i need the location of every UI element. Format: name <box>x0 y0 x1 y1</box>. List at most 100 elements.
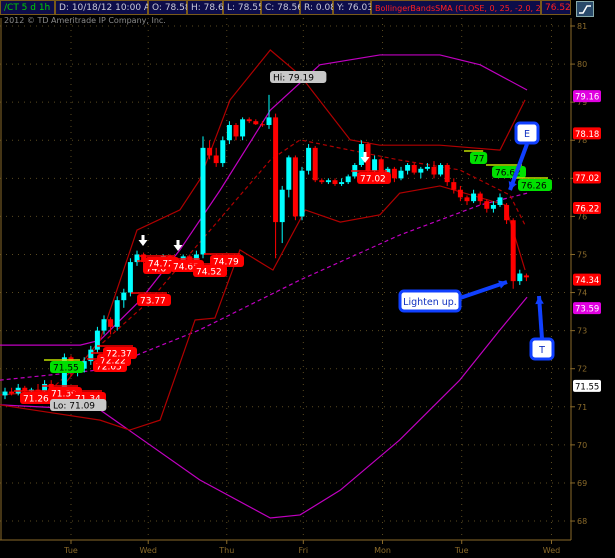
y-tick-label: 80 <box>577 60 587 69</box>
candle <box>451 178 457 194</box>
candle <box>127 258 133 297</box>
candle-body <box>121 292 127 301</box>
price-label: 76.26 <box>521 182 547 192</box>
header-bar: /CT 5 d 1h D: 10/18/12 10:00 AM O: 78.58… <box>0 0 571 16</box>
candle-body <box>319 180 325 183</box>
candle-body <box>477 193 483 202</box>
candle <box>411 163 417 175</box>
arrow-t-head <box>535 296 544 305</box>
candle-body <box>411 164 417 173</box>
candle <box>312 145 318 183</box>
candle-body <box>490 204 496 209</box>
candle-body <box>299 170 305 217</box>
candle <box>418 166 424 179</box>
candle <box>299 166 305 221</box>
price-label: 74.79 <box>213 258 239 268</box>
candle <box>121 288 127 308</box>
symbol-label[interactable]: /CT 5 d 1h <box>0 0 55 15</box>
y-tick-label: 68 <box>577 517 587 526</box>
candle <box>319 178 325 185</box>
candle-body <box>200 147 206 255</box>
candle <box>444 163 450 186</box>
candle-body <box>94 330 100 350</box>
price-label: 73.77 <box>140 297 166 307</box>
candle-body <box>358 144 364 165</box>
candle <box>253 119 259 126</box>
price-label: 71.26 <box>23 395 49 405</box>
chart-style-icon[interactable] <box>576 1 594 17</box>
candle-body <box>9 391 15 394</box>
candle <box>358 140 364 167</box>
candle-body <box>207 147 213 156</box>
price-badge: 71.55 <box>575 382 599 392</box>
candle-body <box>517 273 523 282</box>
candle <box>220 136 226 167</box>
candle <box>424 163 430 171</box>
price-label: 71.55 <box>53 364 79 374</box>
low-label: L: 78.55 <box>223 0 264 15</box>
y-tick-label: 81 <box>577 22 587 31</box>
candle-body <box>431 166 437 175</box>
candle-body <box>2 391 8 396</box>
candle <box>213 147 219 167</box>
candle-body <box>405 164 411 171</box>
candle <box>345 174 351 185</box>
y-tick-label: 70 <box>577 441 587 450</box>
candle-body <box>418 168 424 173</box>
price-chart[interactable]: 8180797877767574737271706968TueWedThuFri… <box>0 0 615 558</box>
candle-body <box>266 117 272 126</box>
y-tick-label: 69 <box>577 479 587 488</box>
candle <box>94 326 100 354</box>
candle-body <box>391 168 397 179</box>
price-badge: 77.02 <box>575 174 599 184</box>
candle-body <box>339 182 345 185</box>
candle-body <box>273 117 279 223</box>
candle-body <box>259 124 265 126</box>
x-tick-label: Tue <box>454 546 469 555</box>
candle-body <box>523 275 529 278</box>
candle-body <box>332 180 338 185</box>
date-label: D: 10/18/12 10:00 AM <box>55 0 158 15</box>
candle <box>510 218 516 289</box>
candle <box>233 123 239 141</box>
candle-body <box>279 189 285 223</box>
y-label: Y: 76.03 <box>333 0 373 15</box>
candle-body <box>127 262 133 293</box>
price-label: Hi: 79.19 <box>273 74 314 84</box>
annotation-lighten-up: Lighten up. <box>403 297 457 308</box>
x-tick-label: Thu <box>218 546 234 555</box>
candle <box>2 387 8 400</box>
study-label[interactable]: BollingerBandsSMA (CLOSE, 0, 25, -2.0, 2… <box>371 0 552 15</box>
candle-body <box>246 119 252 122</box>
candle-body <box>451 182 457 190</box>
candle <box>391 166 397 183</box>
candle <box>200 136 206 259</box>
annotation-e: E <box>524 129 530 140</box>
price-badge: 76.22 <box>575 205 599 215</box>
candle-body <box>444 164 450 183</box>
candle <box>471 189 477 204</box>
candle <box>207 140 213 160</box>
candle-body <box>438 164 444 175</box>
candle-body <box>114 300 120 327</box>
candle-body <box>292 157 298 217</box>
candle <box>114 296 120 331</box>
candle <box>497 193 503 207</box>
candle <box>490 201 496 213</box>
x-tick-label: Wed <box>139 546 156 555</box>
candle-body <box>306 147 312 171</box>
candle-body <box>345 176 351 183</box>
candle <box>477 191 483 205</box>
candle-body <box>312 147 318 181</box>
y-tick-label: 74 <box>577 289 587 298</box>
candle <box>431 161 437 179</box>
candle <box>240 117 246 141</box>
bollinger-middle-long <box>0 192 528 381</box>
candle <box>279 185 285 244</box>
sell-arrow-icon <box>173 240 183 251</box>
candle-body <box>325 180 331 183</box>
y-tick-label: 73 <box>577 327 587 336</box>
range-label: R: 0.08 <box>300 0 336 15</box>
candle <box>246 117 252 124</box>
price-label: 74.72 <box>148 260 174 270</box>
